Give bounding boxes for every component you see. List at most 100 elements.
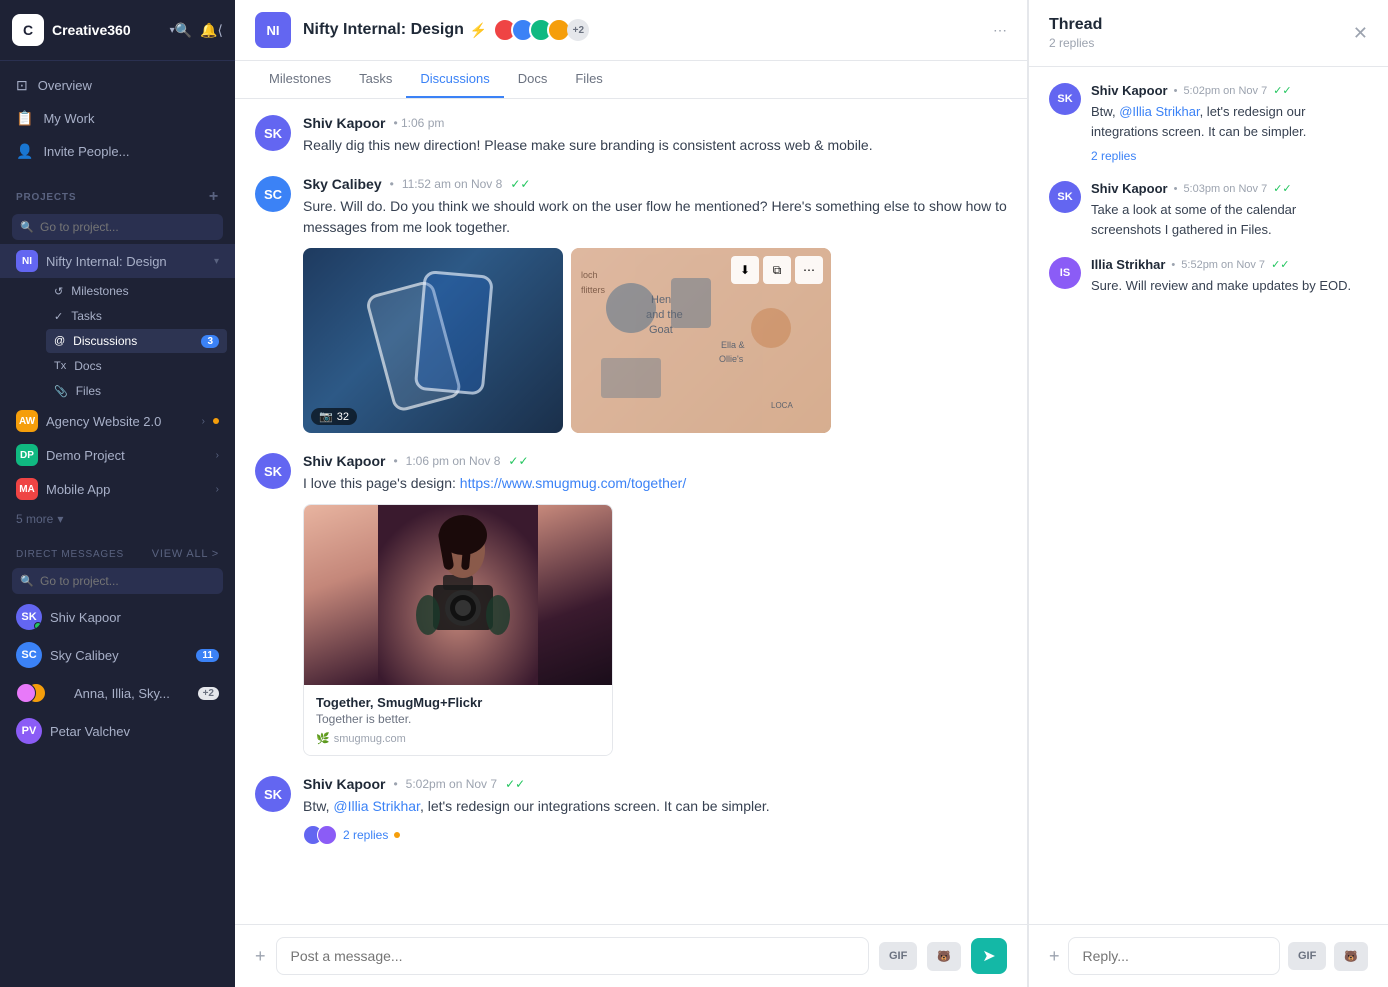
project-header-actions: ⋯ [993,22,1007,39]
thread-mention-1[interactable]: @Illia Strikhar [1119,104,1199,119]
msg-text-suffix-mention: , let's redesign our integrations screen… [420,798,770,814]
dm-avatar-petar: PV [16,718,42,744]
dm-search-input[interactable] [12,568,223,594]
project-item-ma[interactable]: MA Mobile App › [0,472,235,506]
notifications-icon[interactable]: 🔔 [200,22,217,39]
more-projects-button[interactable]: 5 more ▾ [0,506,235,532]
dm-badge-sky: 11 [196,649,219,662]
image-thumb-2[interactable]: Hen and the Goat flitters loch Ella & Ol… [571,248,831,433]
thread-attach-button[interactable]: + [1049,946,1060,967]
msg-text-shiv-mention: Btw, @Illia Strikhar, let's redesign our… [303,796,1007,817]
dm-name-group: Anna, Illia, Sky... [74,686,190,701]
sidebar-header-icons: 🔍 🔔 [175,22,218,39]
replies-indicator[interactable]: 2 replies [303,825,1007,845]
msg-time-prev: • 1:06 pm [393,116,444,130]
svg-text:Hen: Hen [651,294,671,306]
send-button[interactable]: ➤ [971,938,1007,974]
project-item-aw[interactable]: AW Agency Website 2.0 › [0,404,235,438]
dm-item-shiv[interactable]: SK Shiv Kapoor [0,598,235,636]
subnav-tasks-label: Tasks [71,309,102,323]
msg-avatar-shiv-link: SK [255,453,291,489]
gif-button[interactable]: GIF [879,942,917,970]
thread-reply-count: 2 replies [1049,36,1102,50]
msg-text-prefix-mention: Btw, [303,798,333,814]
project-chevron-ni: ▾ [214,256,219,267]
dm-item-petar[interactable]: PV Petar Valchev [0,712,235,750]
sidebar-item-invite[interactable]: 👤 Invite People... [0,135,235,168]
dm-item-sky[interactable]: SC Sky Calibey 11 [0,636,235,674]
dm-section-header: DIRECT MESSAGES View all > [0,540,235,564]
thread-content-2: Shiv Kapoor • 5:03pm on Nov 7 ✓✓ Take a … [1091,181,1368,239]
subnav-discussions[interactable]: @ Discussions 3 [46,329,227,353]
replies-avatars [303,825,337,845]
search-icon[interactable]: 🔍 [175,22,192,39]
add-project-button[interactable]: + [209,188,219,206]
msg-avatar-prev: SK [255,115,291,151]
attach-button[interactable]: + [255,946,266,967]
tab-docs[interactable]: Docs [504,61,562,98]
download-button[interactable]: ⬇ [731,256,759,284]
thread-sub-replies[interactable]: 2 replies [1091,149,1368,163]
emoji-button[interactable]: 🐻 [927,942,961,971]
tab-milestones[interactable]: Milestones [255,61,345,98]
brand-name: Creative360 [52,22,170,38]
message-input[interactable] [276,937,869,975]
messages-area: SK Shiv Kapoor • 1:06 pm Really dig this… [235,99,1027,924]
person-svg [378,505,538,685]
subnav-tasks[interactable]: ✓ Tasks [46,304,227,328]
reply-avatar-2 [317,825,337,845]
collapse-sidebar-button[interactable]: ⟨ [218,22,223,39]
thread-avatar-2: SK [1049,181,1081,213]
thread-emoji-button[interactable]: 🐻 [1334,942,1368,971]
thread-check-2: ✓✓ [1273,182,1291,195]
msg-time-shiv-mention-val: 5:02pm on Nov 7 [406,777,497,791]
dm-item-group[interactable]: Anna, Illia, Sky... +2 [0,674,235,712]
my-work-icon: 📋 [16,110,33,127]
tab-tasks[interactable]: Tasks [345,61,406,98]
camera-icon: 📷 [319,410,333,423]
subnav-docs[interactable]: Tx Docs [46,354,227,378]
subnav-files[interactable]: 📎 Files [46,379,227,403]
dm-view-all-button[interactable]: View all > [152,548,219,560]
thread-time-3: • [1171,259,1175,271]
sidebar-item-my-work[interactable]: 📋 My Work [0,102,235,135]
msg-link[interactable]: https://www.smugmug.com/together/ [460,475,686,491]
project-search-icon: 🔍 [20,221,34,234]
subnav-milestones[interactable]: ↺ Milestones [46,279,227,303]
project-item-dp[interactable]: DP Demo Project › [0,438,235,472]
dm-search-icon: 🔍 [20,575,34,588]
thread-time-1-val: 5:02pm on Nov 7 [1183,85,1267,97]
copy-button[interactable]: ⧉ [763,256,791,284]
msg-mention[interactable]: @Illia Strikhar [333,798,420,814]
project-avatar-ni: NI [16,250,38,272]
thread-panel: Thread 2 replies ✕ SK Shiv Kapoor • 5:02… [1028,0,1388,987]
more-options-icon[interactable]: ⋯ [993,22,1007,39]
lightning-icon: ⚡ [470,22,487,39]
thread-close-button[interactable]: ✕ [1353,23,1368,44]
msg-text-shiv-link: I love this page's design: https://www.s… [303,473,1007,494]
link-preview[interactable]: Together, SmugMug+Flickr Together is bet… [303,504,613,756]
thread-input-area: + GIF 🐻 [1029,924,1388,987]
project-name-ma: Mobile App [46,482,208,497]
image-counter: 📷 32 [311,408,357,425]
sidebar-item-overview[interactable]: ⊡ Overview [0,69,235,102]
thread-author-3: Illia Strikhar [1091,257,1165,272]
thread-header-1: Shiv Kapoor • 5:02pm on Nov 7 ✓✓ [1091,83,1368,98]
tab-discussions[interactable]: Discussions [406,61,503,98]
more-button[interactable]: ⋯ [795,256,823,284]
replies-text: 2 replies [343,828,388,842]
msg-author-shiv-mention: Shiv Kapoor [303,776,385,792]
link-preview-info: Together, SmugMug+Flickr Together is bet… [304,685,612,755]
project-avatar-ma: MA [16,478,38,500]
thread-message-1: SK Shiv Kapoor • 5:02pm on Nov 7 ✓✓ Btw,… [1049,83,1368,163]
thread-reply-input[interactable] [1068,937,1280,975]
msg-avatar-shiv-mention: SK [255,776,291,812]
thread-time-3-val: 5:52pm on Nov 7 [1181,259,1265,271]
image-thumb-1[interactable]: 📷 32 [303,248,563,433]
online-indicator [34,622,42,630]
thread-message-3: IS Illia Strikhar • 5:52pm on Nov 7 ✓✓ S… [1049,257,1368,296]
project-item-ni[interactable]: NI Nifty Internal: Design ▾ [0,244,235,278]
tab-files[interactable]: Files [561,61,616,98]
project-search-input[interactable] [12,214,223,240]
thread-gif-button[interactable]: GIF [1288,942,1326,970]
